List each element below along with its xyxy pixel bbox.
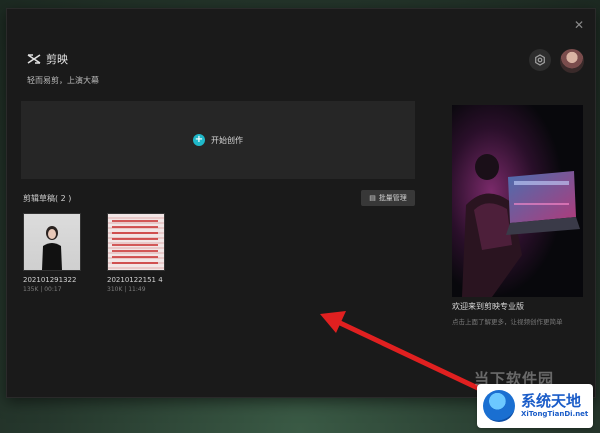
text-image [112,220,158,264]
gear-icon [535,54,545,66]
batch-manage-label: 批量管理 [378,194,407,202]
batch-manage-button[interactable]: ▤ 批量管理 [361,190,415,206]
draft-meta: 310K | 11:49 [107,286,146,293]
draft-name: 202101291322 [23,276,77,284]
draft-meta: 135K | 00:17 [23,286,62,293]
start-create-label: 开始创作 [211,135,243,145]
drafts-title: 剪辑草稿( 2 ) [23,194,72,203]
plus-circle-icon: + [193,134,205,146]
app-window: ✕ 剪映 轻而易剪，上演大幕 + 开始创作 剪辑草稿( 2 ) ▤ 批量管理 2… [6,8,596,398]
app-slogan: 轻而易剪，上演大幕 [27,76,99,85]
app-logo: 剪映 [27,51,68,67]
promo-title: 欢迎来到剪映专业版 [452,302,524,311]
batch-icon: ▤ [369,194,376,202]
app-name: 剪映 [46,53,68,66]
draft-item[interactable]: 202101291322 135K | 00:17 [23,213,81,293]
draft-item[interactable]: 20210122151 4 310K | 11:49 [107,213,165,293]
site-url: XiTongTianDi.net [521,410,589,418]
draft-name: 20210122151 4 [107,276,163,284]
draft-thumbnail[interactable] [23,213,81,271]
draft-thumbnail[interactable] [107,213,165,271]
promo-banner[interactable] [452,105,583,297]
avatar[interactable] [560,49,584,73]
site-logo-badge: 系统天地 XiTongTianDi.net [477,384,593,428]
person-image [42,226,62,270]
create-panel[interactable]: + 开始创作 [21,101,415,179]
gear-icon[interactable] [529,49,551,71]
promo-image [452,105,583,297]
promo-description: 点击上面了解更多，让视频创作更简单 [452,318,563,326]
start-create-button[interactable]: + 开始创作 [193,134,243,146]
close-icon[interactable]: ✕ [571,17,587,33]
site-logo-icon [483,390,515,422]
site-name: 系统天地 [521,392,582,410]
jianying-logo-icon [27,54,41,64]
